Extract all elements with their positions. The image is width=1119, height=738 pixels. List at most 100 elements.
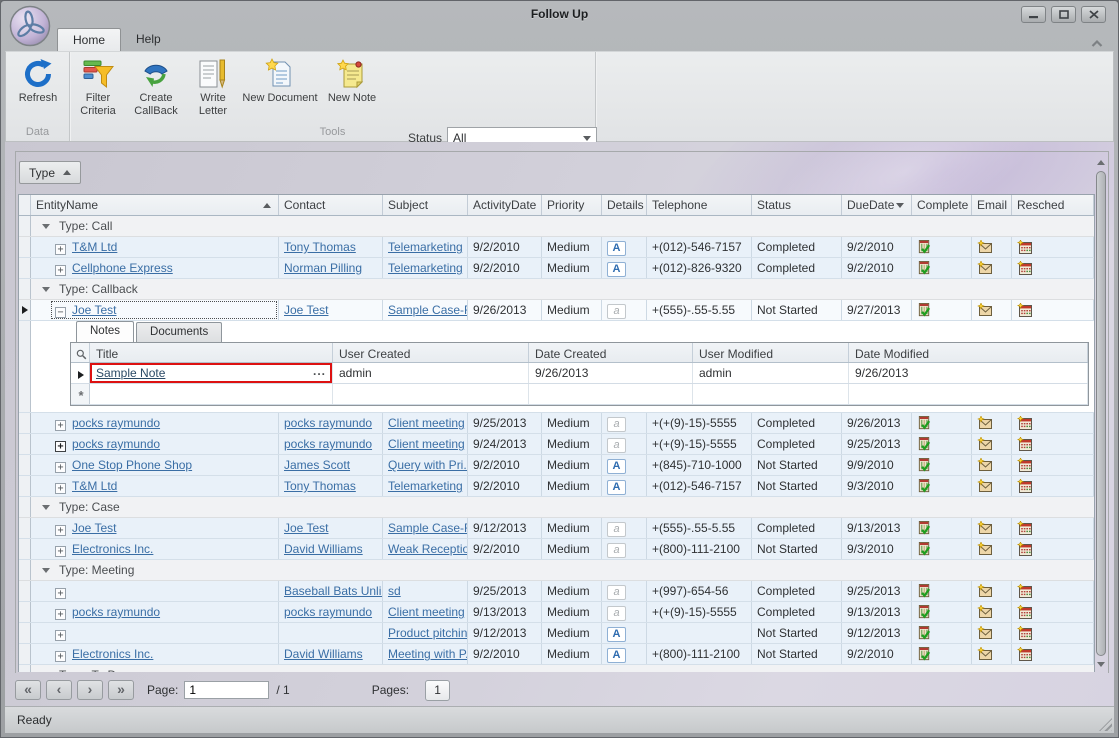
cell-details center[interactable]: A xyxy=(602,476,647,496)
cell-entityname[interactable]: + One Stop Phone Shop xyxy=(31,455,279,475)
column-header-activitydate[interactable]: ActivityDate xyxy=(468,195,542,215)
expand-row-icon[interactable]: + xyxy=(55,441,66,452)
column-header-status[interactable]: Status xyxy=(752,195,842,215)
cell-priority[interactable]: Medium xyxy=(542,413,602,433)
cell-contact[interactable]: Tony Thomas xyxy=(279,237,383,257)
subject-link[interactable]: Product pitching xyxy=(388,626,468,640)
cell-duedate[interactable]: 9/2/2010 xyxy=(842,258,912,278)
expand-row-icon[interactable]: + xyxy=(55,462,66,473)
expand-row-icon[interactable]: + xyxy=(55,588,66,599)
resize-grip[interactable] xyxy=(1099,718,1112,731)
cell-duedate[interactable]: 9/26/2013 xyxy=(842,413,912,433)
column-header-resched[interactable]: Resched xyxy=(1012,195,1094,215)
cell-duedate[interactable]: 9/2/2010 xyxy=(842,644,912,664)
ribbon-button-refresh[interactable]: Refresh xyxy=(9,56,67,105)
cell-status[interactable]: Completed xyxy=(752,237,842,257)
note-ellipsis-button[interactable]: ... xyxy=(313,364,326,378)
cell-duedate[interactable]: 9/27/2013 xyxy=(842,300,912,320)
notes-new-row-cell[interactable] xyxy=(333,384,529,404)
ribbon-button-new-note[interactable]: New Note xyxy=(323,56,381,105)
entity-link[interactable]: pocks raymundo xyxy=(72,605,160,619)
grid-row[interactable]: +Cellphone ExpressNorman PillingTelemark… xyxy=(19,258,1094,279)
group-row-type-meeting[interactable]: Type: Meeting xyxy=(19,560,1094,581)
cell-entityname[interactable]: −Joe Test xyxy=(31,300,279,320)
note-date-created[interactable]: 9/26/2013 xyxy=(529,363,693,383)
cell-status[interactable]: Not Started xyxy=(752,300,842,320)
cell-email center[interactable] xyxy=(972,258,1012,278)
entity-link[interactable]: T&M Ltd xyxy=(72,479,117,493)
entity-link[interactable]: Cellphone Express xyxy=(72,261,173,275)
cell-complete center[interactable] xyxy=(912,602,972,622)
cell-status[interactable]: Completed xyxy=(752,581,842,601)
column-header-priority[interactable]: Priority xyxy=(542,195,602,215)
cell-status[interactable]: Completed xyxy=(752,413,842,433)
entity-link[interactable]: Joe Test xyxy=(72,521,116,535)
group-row-type-call[interactable]: Type: Call xyxy=(19,216,1094,237)
note-row[interactable]: Sample Note...admin9/26/2013admin9/26/20… xyxy=(71,363,1088,384)
cell-resched center[interactable] xyxy=(1012,476,1094,496)
contact-link[interactable]: Tony Thomas xyxy=(284,240,356,254)
cell-details center[interactable]: a xyxy=(602,300,647,320)
detail-tab-notes[interactable]: Notes xyxy=(76,321,134,342)
cell-contact[interactable]: David Williams xyxy=(279,539,383,559)
cell-priority[interactable]: Medium xyxy=(542,300,602,320)
subject-link[interactable]: sd xyxy=(388,584,401,598)
contact-link[interactable]: Baseball Bats Unli... xyxy=(284,584,383,598)
cell-duedate[interactable]: 9/9/2010 xyxy=(842,455,912,475)
cell-activitydate[interactable]: 9/2/2010 xyxy=(468,237,542,257)
expand-row-icon[interactable]: + xyxy=(55,265,66,276)
cell-activitydate[interactable]: 9/25/2013 xyxy=(468,581,542,601)
entity-link[interactable]: Electronics Inc. xyxy=(72,542,153,556)
cell-complete center[interactable] xyxy=(912,413,972,433)
cell-details center[interactable]: A xyxy=(602,237,647,257)
pager-page-button[interactable]: 1 xyxy=(425,680,450,701)
expand-row-icon[interactable]: + xyxy=(55,420,66,431)
cell-priority[interactable]: Medium xyxy=(542,644,602,664)
group-row-type-to-do[interactable]: Type: To Do xyxy=(19,665,1094,672)
entity-link[interactable]: pocks raymundo xyxy=(72,416,160,430)
column-header-contact[interactable]: Contact xyxy=(279,195,383,215)
cell-subject[interactable]: Weak Reception xyxy=(383,539,468,559)
cell-complete center[interactable] xyxy=(912,644,972,664)
group-expanded-icon[interactable] xyxy=(42,568,50,573)
note-date-modified[interactable]: 9/26/2013 xyxy=(849,363,1088,383)
notes-new-row-cell[interactable] xyxy=(693,384,849,404)
subject-link[interactable]: Sample Case-F... xyxy=(388,521,468,535)
cell-priority[interactable]: Medium xyxy=(542,258,602,278)
cell-telephone[interactable]: +(800)-111-2100 xyxy=(647,644,752,664)
entity-link[interactable]: pocks raymundo xyxy=(72,437,160,451)
details-inactive-icon[interactable]: a xyxy=(607,543,626,558)
cell-duedate[interactable]: 9/3/2010 xyxy=(842,476,912,496)
notes-new-row-cell[interactable] xyxy=(90,384,333,404)
cell-activitydate[interactable]: 9/12/2013 xyxy=(468,623,542,643)
cell-priority[interactable]: Medium xyxy=(542,602,602,622)
cell-subject[interactable]: Client meeting xyxy=(383,602,468,622)
grid-row[interactable]: +Electronics Inc.David WilliamsMeeting w… xyxy=(19,644,1094,665)
entity-link[interactable]: One Stop Phone Shop xyxy=(72,458,192,472)
cell-details center[interactable]: a xyxy=(602,434,647,454)
cell-duedate[interactable]: 9/3/2010 xyxy=(842,539,912,559)
cell-contact[interactable]: pocks raymundo xyxy=(279,413,383,433)
group-by-type-button[interactable]: Type xyxy=(19,161,81,184)
expand-row-icon[interactable]: + xyxy=(55,525,66,536)
cell-entityname[interactable]: + xyxy=(31,623,279,643)
details-inactive-icon[interactable]: a xyxy=(607,304,626,319)
notes-new-row-cell[interactable] xyxy=(849,384,1088,404)
subject-link[interactable]: Sample Case-F... xyxy=(388,303,468,317)
subject-link[interactable]: Client meeting xyxy=(388,416,465,430)
expand-row-icon[interactable]: + xyxy=(55,244,66,255)
subject-link[interactable]: Telemarketing xyxy=(388,479,463,493)
cell-contact[interactable]: Joe Test xyxy=(279,518,383,538)
column-header-details[interactable]: Details xyxy=(602,195,647,215)
cell-duedate[interactable]: 9/2/2010 xyxy=(842,237,912,257)
vertical-scrollbar[interactable] xyxy=(1094,154,1108,673)
cell-subject[interactable]: Sample Case-F... xyxy=(383,300,468,320)
details-active-icon[interactable]: A xyxy=(607,241,626,256)
cell-resched center[interactable] xyxy=(1012,434,1094,454)
cell-subject[interactable]: Query with Pri... xyxy=(383,455,468,475)
group-expanded-icon[interactable] xyxy=(42,505,50,510)
cell-resched center[interactable] xyxy=(1012,258,1094,278)
entity-link[interactable]: T&M Ltd xyxy=(72,240,117,254)
contact-link[interactable]: David Williams xyxy=(284,647,363,661)
cell-priority[interactable]: Medium xyxy=(542,539,602,559)
